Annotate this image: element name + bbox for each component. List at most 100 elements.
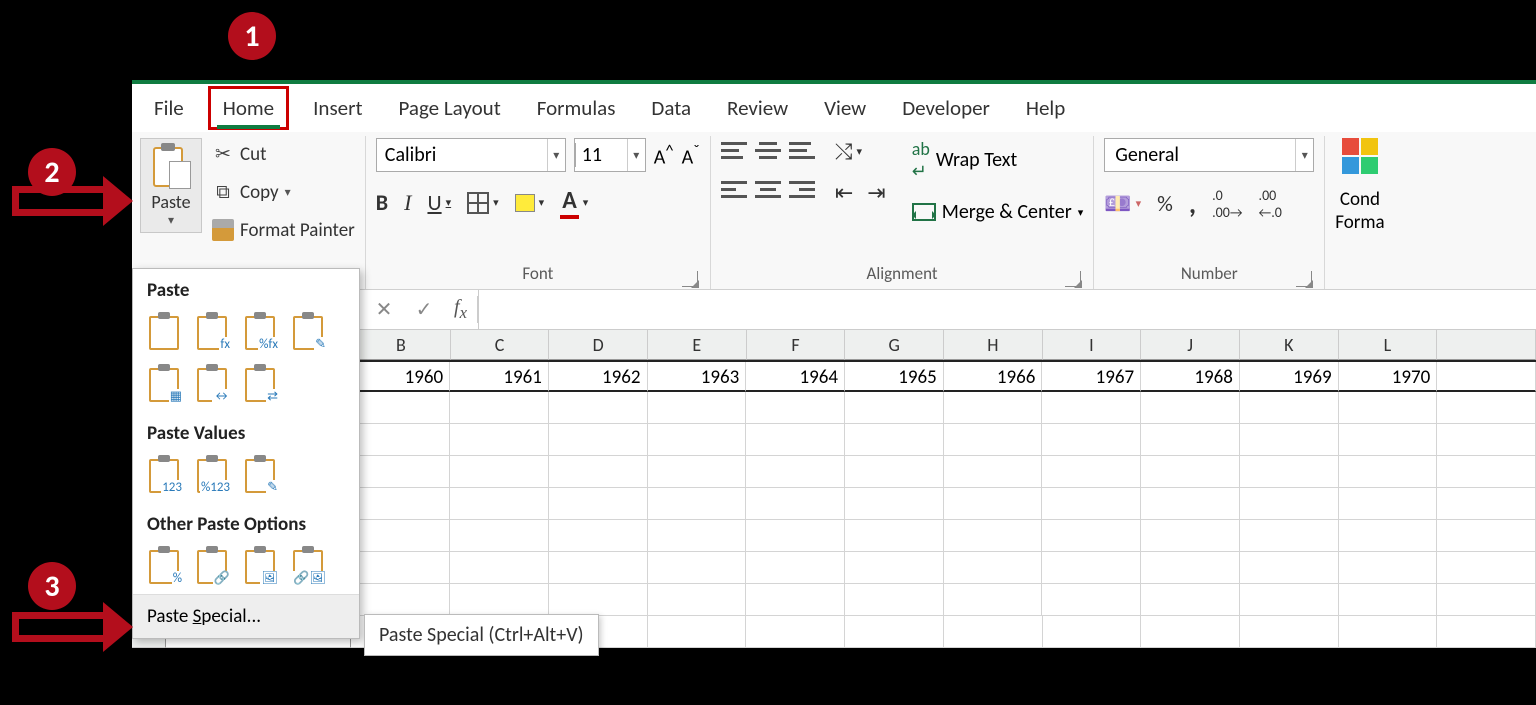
- font-size-select[interactable]: 11 ▾: [574, 138, 646, 172]
- brush-icon: [212, 219, 234, 241]
- paste-formulas-icon[interactable]: fx: [195, 312, 229, 350]
- increase-indent-button[interactable]: ⇥: [867, 179, 885, 206]
- paste-values-section-title: Paste Values: [133, 412, 359, 451]
- bold-button[interactable]: B: [376, 189, 388, 216]
- fill-color-button[interactable]: ▾: [515, 194, 545, 212]
- col-header[interactable]: I: [1043, 330, 1142, 360]
- paste-formatting-icon[interactable]: %: [147, 546, 181, 584]
- fx-icon[interactable]: fx: [444, 296, 478, 323]
- comma-button[interactable]: ,: [1189, 186, 1196, 221]
- paste-transpose-icon[interactable]: ⇄: [243, 364, 277, 402]
- chevron-down-icon[interactable]: ▾: [547, 139, 565, 171]
- bucket-icon: [515, 194, 535, 212]
- align-bottom-button[interactable]: [789, 138, 815, 163]
- paste-all-icon[interactable]: [147, 312, 181, 350]
- col-header[interactable]: D: [549, 330, 648, 360]
- decrease-decimal-button[interactable]: .00←.0: [1259, 187, 1282, 221]
- percent-button[interactable]: %: [1157, 190, 1173, 217]
- paste-keep-source-icon[interactable]: ✎: [291, 312, 325, 350]
- col-header[interactable]: J: [1141, 330, 1240, 360]
- group-label-font: Font: [522, 263, 553, 284]
- merge-center-button[interactable]: Merge & Center ▾: [912, 200, 1084, 224]
- paste-values-icon[interactable]: 123: [147, 455, 181, 493]
- tab-home[interactable]: Home: [208, 86, 289, 130]
- underline-button[interactable]: U ▾: [427, 189, 451, 216]
- font-name-select[interactable]: Calibri ▾: [376, 138, 566, 172]
- tab-formulas[interactable]: Formulas: [525, 89, 628, 127]
- italic-button[interactable]: I: [404, 190, 411, 216]
- cell[interactable]: 1967: [1042, 362, 1141, 392]
- formula-input[interactable]: [478, 290, 1536, 329]
- cell[interactable]: 1966: [944, 362, 1043, 392]
- tab-file[interactable]: File: [142, 89, 196, 127]
- decrease-font-button[interactable]: Aˇ: [682, 141, 700, 170]
- cell[interactable]: 1968: [1141, 362, 1240, 392]
- cell[interactable]: 1969: [1240, 362, 1339, 392]
- dialog-launcher-icon[interactable]: [682, 271, 698, 287]
- cancel-formula-button[interactable]: ✕: [364, 297, 404, 322]
- tab-view[interactable]: View: [812, 89, 878, 127]
- tab-developer[interactable]: Developer: [890, 89, 1002, 127]
- align-middle-button[interactable]: [755, 138, 781, 163]
- col-header[interactable]: E: [648, 330, 747, 360]
- paste-values-source-icon[interactable]: ✎: [243, 455, 277, 493]
- paste-no-borders-icon[interactable]: ▦: [147, 364, 181, 402]
- align-left-button[interactable]: [721, 177, 747, 202]
- cell[interactable]: 1965: [845, 362, 944, 392]
- tab-review[interactable]: Review: [715, 89, 800, 127]
- col-header[interactable]: C: [451, 330, 550, 360]
- chevron-down-icon[interactable]: ▾: [143, 213, 199, 228]
- align-top-button[interactable]: [721, 138, 747, 163]
- paste-values-number-icon[interactable]: %123: [195, 455, 229, 493]
- col-header[interactable]: H: [944, 330, 1043, 360]
- annotation-badge-3: 3: [28, 562, 76, 610]
- align-right-button[interactable]: [789, 177, 815, 202]
- col-header[interactable]: G: [845, 330, 944, 360]
- dialog-launcher-icon[interactable]: [1065, 271, 1081, 287]
- number-format-select[interactable]: General ▾: [1104, 138, 1314, 172]
- font-color-button[interactable]: A▾: [560, 186, 588, 219]
- copy-icon: ⧉: [212, 181, 234, 203]
- tab-data[interactable]: Data: [639, 89, 703, 127]
- chevron-down-icon[interactable]: ▾: [627, 139, 645, 171]
- cell[interactable]: 1970: [1339, 362, 1438, 392]
- enter-formula-button[interactable]: ✓: [404, 297, 444, 322]
- paste-button[interactable]: Paste ▾: [140, 138, 202, 233]
- cell[interactable]: [1437, 362, 1536, 392]
- borders-button[interactable]: ▾: [467, 192, 499, 214]
- tab-help[interactable]: Help: [1014, 89, 1077, 127]
- cell[interactable]: 1964: [746, 362, 845, 392]
- col-header[interactable]: F: [747, 330, 846, 360]
- cut-button[interactable]: ✂ Cut: [212, 138, 355, 170]
- wrap-text-button[interactable]: ab↵ Wrap Text: [912, 138, 1084, 182]
- cell[interactable]: 1963: [648, 362, 747, 392]
- decrease-indent-button[interactable]: ⇤: [835, 179, 853, 206]
- paste-column-width-icon[interactable]: ↔: [195, 364, 229, 402]
- paste-link-icon[interactable]: 🔗: [195, 546, 229, 584]
- col-header[interactable]: K: [1240, 330, 1339, 360]
- group-label-alignment: Alignment: [866, 263, 937, 284]
- tab-page-layout[interactable]: Page Layout: [386, 89, 512, 127]
- increase-font-button[interactable]: A^: [654, 141, 674, 170]
- paste-linked-picture-icon[interactable]: 🔗🖼: [291, 546, 325, 584]
- cell[interactable]: 1961: [450, 362, 549, 392]
- increase-decimal-button[interactable]: .0.00→: [1212, 187, 1242, 221]
- align-center-button[interactable]: [755, 177, 781, 202]
- orientation-button[interactable]: ⤭ ▾: [835, 138, 886, 165]
- col-header[interactable]: B: [352, 330, 451, 360]
- paste-picture-icon[interactable]: 🖼: [243, 546, 277, 584]
- paste-formulas-number-icon[interactable]: %fx: [243, 312, 277, 350]
- other-paste-section-title: Other Paste Options: [133, 503, 359, 542]
- col-header[interactable]: [1437, 330, 1536, 360]
- dialog-launcher-icon[interactable]: [1296, 271, 1312, 287]
- accounting-format-button[interactable]: 💷 ▾: [1104, 190, 1141, 217]
- chevron-down-icon[interactable]: ▾: [285, 185, 291, 200]
- chevron-down-icon[interactable]: ▾: [1295, 139, 1313, 171]
- cell[interactable]: 1960: [351, 362, 450, 392]
- copy-button[interactable]: ⧉ Copy ▾: [212, 176, 355, 208]
- format-painter-button[interactable]: Format Painter: [212, 214, 355, 246]
- col-header[interactable]: L: [1339, 330, 1438, 360]
- cell[interactable]: 1962: [549, 362, 648, 392]
- paste-special-menuitem[interactable]: Paste Special...: [133, 594, 359, 638]
- tab-insert[interactable]: Insert: [301, 89, 374, 127]
